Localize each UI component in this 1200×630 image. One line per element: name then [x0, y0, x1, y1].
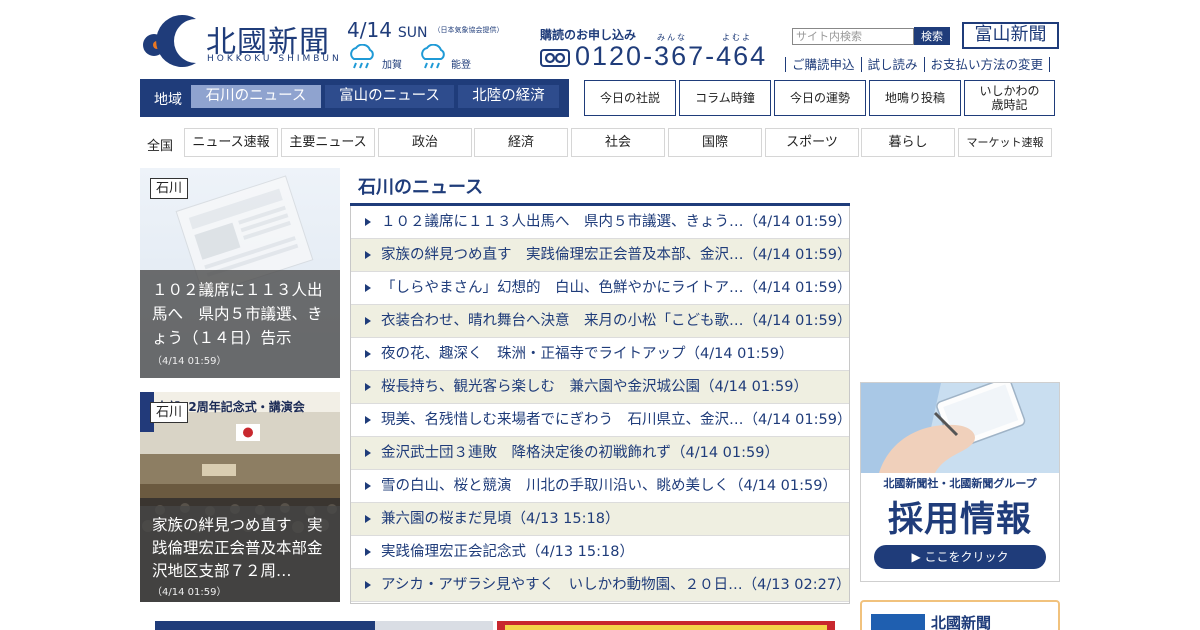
- card-headline[interactable]: １０２議席に１１３人出馬へ 県内５市議選、きょう（１４日）告示: [152, 278, 328, 350]
- card-time: （4/14 01:59）: [152, 587, 227, 598]
- news-link[interactable]: 衣装合わせ、晴れ舞台へ決意 来月の小松「こども歌…（4/14 01:59）: [381, 313, 849, 329]
- news-link[interactable]: 現美、名残惜しむ来場者でにぎわう 石川県立、金沢…（4/14 01:59）: [381, 412, 849, 428]
- arrow-right-icon: [365, 548, 371, 556]
- logo-mark-icon: [143, 15, 196, 67]
- card-caption: 家族の絆見つめ直す 実践倫理宏正会普及本部金沢地区支部７２周… （4/14 01…: [140, 506, 340, 602]
- editorial-button[interactable]: 今日の社説: [584, 80, 676, 116]
- list-item[interactable]: 金沢武士団３連敗 降格決定後の初戦飾れず（4/14 01:59）: [351, 437, 849, 470]
- news-link[interactable]: １０２議席に１１３人出馬へ 県内５市議選、きょう…（4/14 01:59）: [381, 214, 849, 230]
- recruit-title: 採用情報: [887, 500, 1032, 540]
- column-jisho-button[interactable]: コラム時鐘: [679, 80, 771, 116]
- bottom-ad[interactable]: [497, 621, 835, 630]
- news-link[interactable]: 家族の絆見つめ直す 実践倫理宏正会普及本部、金沢…（4/14 01:59）: [381, 247, 849, 263]
- arrow-right-icon: [365, 482, 371, 490]
- reader-post-button[interactable]: 地鳴り投稿: [869, 80, 961, 116]
- payment-change-link[interactable]: お支払い方法の変更: [923, 57, 1051, 72]
- trial-link[interactable]: 試し読み: [860, 57, 924, 72]
- list-item[interactable]: 桜長持ち、観光客ら楽しむ 兼六園や金沢城公園（4/14 01:59）: [351, 371, 849, 404]
- list-item[interactable]: 雪の白山、桜と競演 川北の手取川沿い、眺め美しく（4/14 01:59）: [351, 470, 849, 503]
- news-link[interactable]: 実践倫理宏正会記念式（4/13 15:18）: [381, 544, 634, 560]
- toyama-shimbun-link[interactable]: 富山新聞: [962, 22, 1059, 49]
- list-item[interactable]: 「しらやまさん」幻想的 白山、色鮮やかにライトア…（4/14 01:59）: [351, 272, 849, 305]
- list-item[interactable]: 兼六園の桜まだ見頃（4/13 15:18）: [351, 503, 849, 536]
- region-badge: 石川: [150, 178, 189, 199]
- paper-thumbnail: [871, 614, 925, 630]
- subscription-links: ご購読申込 試し読み お支払い方法の変更: [785, 57, 1051, 72]
- arrow-right-icon: [365, 581, 371, 589]
- tab-economy[interactable]: 経済: [474, 128, 568, 157]
- arrow-right-icon: [365, 218, 371, 226]
- bottom-ad[interactable]: [155, 621, 493, 630]
- weather-label: 加賀: [382, 60, 402, 71]
- news-list: １０２議席に１１３人出馬へ 県内５市議選、きょう…（4/14 01:59） 家族…: [350, 206, 850, 604]
- arrow-right-icon: [365, 284, 371, 292]
- feature-card[interactable]: 石川 １０２議席に１１３人出馬へ 県内５市議選、きょう（１４日）告示 （4/14…: [140, 168, 340, 378]
- horoscope-button[interactable]: 今日の運勢: [774, 80, 866, 116]
- news-link[interactable]: アシカ・アザラシ見やすく いしかわ動物園、２０日…（4/13 02:27）: [381, 577, 849, 593]
- tab-top-news[interactable]: 主要ニュース: [281, 128, 375, 157]
- subscription-phone[interactable]: 0120-367-464: [575, 41, 767, 72]
- feature-card[interactable]: 支部72周年記念式・講演会 石川 家族の絆見つめ直す 実践倫理宏正会普及本部金沢…: [140, 392, 340, 602]
- date-display: 4/14 SUN （日本気象協会提供）: [347, 18, 504, 42]
- news-link[interactable]: 夜の花、趣深く 珠洲・正福寺でライトアップ（4/14 01:59）: [381, 346, 793, 362]
- site-logo[interactable]: 北國新聞 HOKKOKU SHIMBUN: [140, 15, 340, 67]
- search-input[interactable]: [792, 28, 914, 45]
- hokkoku-paper-box[interactable]: 北國新聞: [860, 600, 1060, 630]
- news-link[interactable]: 金沢武士団３連敗 降格決定後の初戦飾れず（4/14 01:59）: [381, 445, 779, 461]
- recruit-company: 北國新聞社・北國新聞グループ: [883, 477, 1037, 490]
- tab-market-flash[interactable]: マーケット速報: [958, 128, 1052, 157]
- arrow-right-icon: [365, 416, 371, 424]
- tab-ishikawa-news[interactable]: 石川のニュース: [191, 85, 321, 108]
- arrow-right-icon: [365, 251, 371, 259]
- arrow-right-icon: [365, 350, 371, 358]
- tab-society[interactable]: 社会: [571, 128, 665, 157]
- date-day-of-week: SUN: [397, 25, 428, 41]
- list-item[interactable]: 夜の花、趣深く 珠洲・正福寺でライトアップ（4/14 01:59）: [351, 338, 849, 371]
- arrow-right-icon: [365, 383, 371, 391]
- list-item[interactable]: 衣装合わせ、晴れ舞台へ決意 来月の小松「こども歌…（4/14 01:59）: [351, 305, 849, 338]
- rain-cloud-icon: [350, 44, 374, 69]
- arrow-right-icon: [365, 449, 371, 457]
- recruit-cta-button[interactable]: ▶ ここをクリック: [874, 545, 1046, 569]
- rain-cloud-icon: [421, 44, 445, 69]
- logo-subtitle: HOKKOKU SHIMBUN: [207, 54, 342, 64]
- tab-news-flash[interactable]: ニュース速報: [184, 128, 278, 157]
- card-caption: １０２議席に１１３人出馬へ 県内５市議選、きょう（１４日）告示 （4/14 01…: [140, 270, 340, 378]
- free-dial-icon: [540, 49, 570, 67]
- card-time: （4/14 01:59）: [152, 356, 227, 367]
- subscribe-link[interactable]: ご購読申込: [785, 57, 861, 72]
- search-button[interactable]: 検索: [914, 27, 950, 45]
- almanac-button[interactable]: いしかわの 歳時記: [964, 80, 1055, 116]
- news-link[interactable]: 桜長持ち、観光客ら楽しむ 兼六園や金沢城公園（4/14 01:59）: [381, 379, 808, 395]
- arrow-right-icon: [365, 317, 371, 325]
- paper-name: 北國新聞: [931, 614, 992, 630]
- region-badge: 石川: [150, 402, 189, 423]
- arrow-right-icon: [365, 515, 371, 523]
- list-item[interactable]: 家族の絆見つめ直す 実践倫理宏正会普及本部、金沢…（4/14 01:59）: [351, 239, 849, 272]
- recruit-banner[interactable]: 北國新聞社・北國新聞グループ 採用情報 ▶ ここをクリック: [860, 382, 1060, 582]
- tab-toyama-news[interactable]: 富山のニュース: [325, 85, 454, 108]
- news-link[interactable]: 兼六園の桜まだ見頃（4/13 15:18）: [381, 511, 619, 527]
- region-label: 地域: [154, 92, 182, 108]
- ad-photo: [375, 621, 493, 630]
- tab-international[interactable]: 国際: [668, 128, 762, 157]
- weather-source-note[interactable]: （日本気象協会提供）: [434, 26, 504, 34]
- news-link[interactable]: 雪の白山、桜と競演 川北の手取川沿い、眺め美しく（4/14 01:59）: [381, 478, 837, 494]
- news-section-title: 石川のニュース: [358, 177, 484, 198]
- tab-hokuriku-economy[interactable]: 北陸の経済: [458, 85, 559, 108]
- ad-graphic: [505, 625, 827, 630]
- list-item[interactable]: アシカ・アザラシ見やすく いしかわ動物園、２０日…（4/13 02:27）: [351, 569, 849, 602]
- tab-lifestyle[interactable]: 暮らし: [861, 128, 955, 157]
- news-link[interactable]: 「しらやまさん」幻想的 白山、色鮮やかにライトア…（4/14 01:59）: [381, 280, 849, 296]
- tab-sports[interactable]: スポーツ: [765, 128, 859, 157]
- tab-politics[interactable]: 政治: [378, 128, 472, 157]
- region-nav: 地域 石川のニュース 富山のニュース 北陸の経済: [140, 79, 569, 117]
- list-item[interactable]: 現美、名残惜しむ来場者でにぎわう 石川県立、金沢…（4/14 01:59）: [351, 404, 849, 437]
- date-month-day: 4/14: [347, 18, 392, 42]
- list-item[interactable]: １０２議席に１１３人出馬へ 県内５市議選、きょう…（4/14 01:59）: [351, 206, 849, 239]
- weather-label: 能登: [451, 60, 471, 71]
- card-headline[interactable]: 家族の絆見つめ直す 実践倫理宏正会普及本部金沢地区支部７２周…: [152, 514, 328, 583]
- category-all[interactable]: 全国: [147, 135, 173, 154]
- list-item[interactable]: 実践倫理宏正会記念式（4/13 15:18）: [351, 536, 849, 569]
